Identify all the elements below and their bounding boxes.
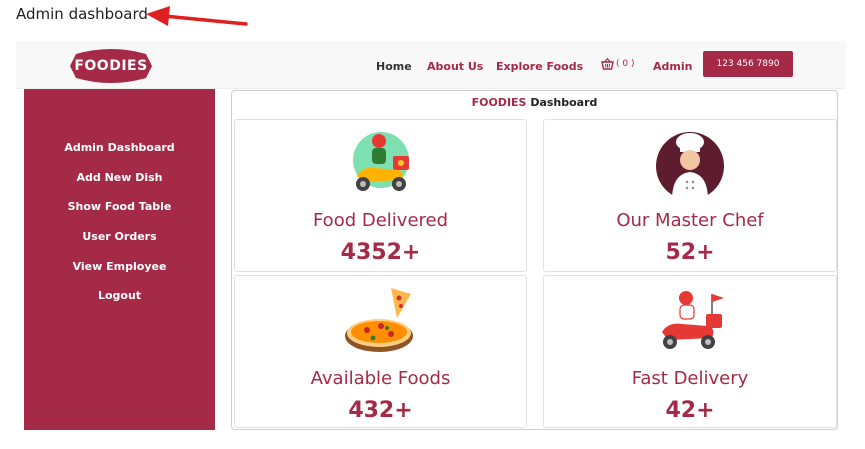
cart-count: ( 0 ) bbox=[616, 59, 635, 69]
stat-value: 432+ bbox=[348, 398, 413, 423]
dashboard-title-brand: FOODIES bbox=[471, 96, 527, 109]
stat-card-available-foods: Available Foods 432+ bbox=[234, 275, 527, 428]
dashboard-panel: FOODIES Dashboard Food Delivered 4352+ O… bbox=[231, 90, 838, 430]
brand-logo[interactable]: FOODIES bbox=[68, 48, 154, 84]
sidebar-item-add-new-dish[interactable]: Add New Dish bbox=[24, 171, 215, 184]
stat-label: Available Foods bbox=[310, 368, 451, 389]
phone-button[interactable]: 123 456 7890 bbox=[703, 51, 793, 77]
nav-about-us[interactable]: About Us bbox=[427, 60, 483, 73]
sidebar-item-user-orders[interactable]: User Orders bbox=[24, 230, 215, 243]
stat-card-master-chef: Our Master Chef 52+ bbox=[543, 119, 837, 272]
sidebar: Admin Dashboard Add New Dish Show Food T… bbox=[24, 89, 215, 430]
pizza-icon bbox=[344, 288, 413, 352]
stat-value: 52+ bbox=[665, 240, 715, 265]
sidebar-item-logout[interactable]: Logout bbox=[24, 289, 215, 302]
dashboard-title: FOODIES Dashboard bbox=[232, 96, 837, 109]
basket-icon bbox=[601, 58, 614, 70]
sidebar-item-show-food-table[interactable]: Show Food Table bbox=[24, 200, 215, 213]
dashboard-title-text: Dashboard bbox=[526, 96, 598, 109]
nav-explore-foods[interactable]: Explore Foods bbox=[496, 60, 583, 73]
sidebar-item-view-employee[interactable]: View Employee bbox=[24, 260, 215, 273]
nav-home[interactable]: Home bbox=[376, 60, 412, 73]
chef-icon bbox=[656, 132, 724, 200]
navbar: FOODIES Home About Us Explore Foods ( 0 … bbox=[16, 41, 846, 89]
stat-label: Food Delivered bbox=[312, 210, 449, 231]
stat-value: 4352+ bbox=[340, 240, 421, 265]
delivery-scooter-icon bbox=[352, 132, 409, 191]
logo-text: FOODIES bbox=[74, 58, 148, 74]
nav-admin[interactable]: Admin bbox=[653, 60, 692, 73]
sidebar-item-admin-dashboard[interactable]: Admin Dashboard bbox=[24, 141, 215, 154]
stat-label: Fast Delivery bbox=[631, 368, 749, 389]
stat-card-fast-delivery: Fast Delivery 42+ bbox=[543, 275, 837, 428]
stat-card-food-delivered: Food Delivered 4352+ bbox=[234, 119, 527, 272]
annotation-label: Admin dashboard bbox=[16, 5, 148, 23]
stat-value: 42+ bbox=[665, 398, 715, 423]
fast-delivery-icon bbox=[662, 291, 724, 349]
stat-label: Our Master Chef bbox=[616, 210, 764, 231]
annotation-arrow-icon bbox=[146, 6, 248, 26]
nav-cart[interactable]: ( 0 ) bbox=[601, 58, 634, 70]
